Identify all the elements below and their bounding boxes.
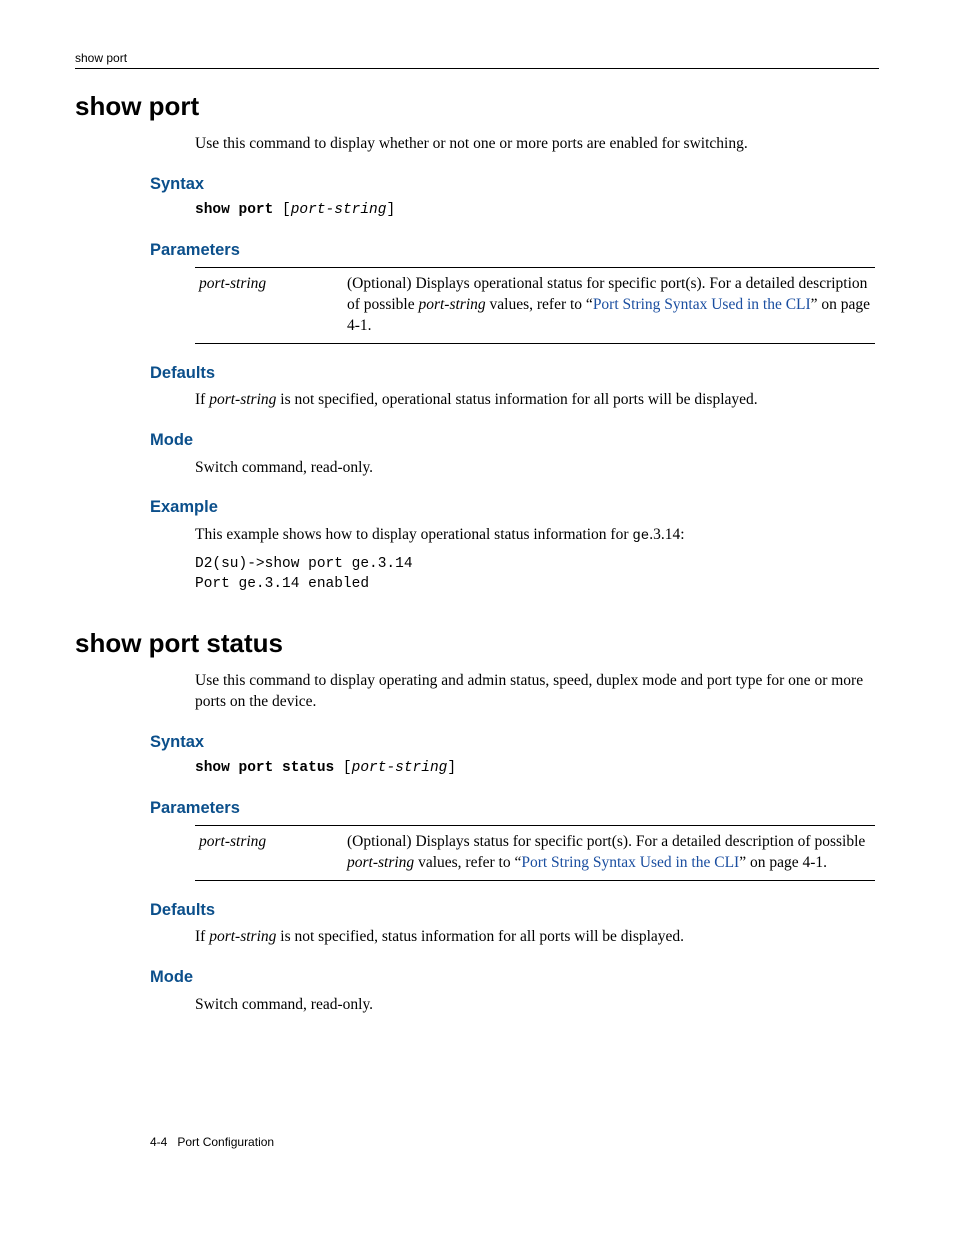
- defaults-heading: Defaults: [150, 362, 879, 384]
- bracket: ]: [386, 202, 395, 218]
- bracket: [: [334, 760, 351, 776]
- code-block: D2(su)->show port ge.3.14 Port ge.3.14 e…: [195, 554, 879, 595]
- param-name: port-string: [195, 826, 343, 881]
- parameters-table: port-string (Optional) Displays status f…: [195, 825, 875, 881]
- intro-text: Use this command to display whether or n…: [195, 134, 879, 155]
- parameters-table: port-string (Optional) Displays operatio…: [195, 267, 875, 344]
- parameters-heading: Parameters: [150, 239, 879, 261]
- syntax-arg: port-string: [291, 202, 387, 218]
- mode-text: Switch command, read-only.: [195, 995, 879, 1016]
- bracket: ]: [447, 760, 456, 776]
- parameters-heading: Parameters: [150, 797, 879, 819]
- example-intro: This example shows how to display operat…: [195, 525, 879, 546]
- page: show port show port Use this command to …: [75, 50, 879, 1205]
- table-row: port-string (Optional) Displays operatio…: [195, 268, 875, 344]
- syntax-heading: Syntax: [150, 173, 879, 195]
- section-title-show-port-status: show port status: [75, 626, 879, 661]
- example-heading: Example: [150, 496, 879, 518]
- syntax-line: show port [port-string]: [195, 201, 879, 221]
- mode-text: Switch command, read-only.: [195, 458, 879, 479]
- syntax-keyword: show port: [195, 202, 273, 218]
- defaults-heading: Defaults: [150, 899, 879, 921]
- page-number: 4-4: [150, 1135, 167, 1149]
- header-rule: [75, 68, 879, 69]
- syntax-keyword: show port status: [195, 760, 334, 776]
- param-description: (Optional) Displays operational status f…: [343, 268, 875, 344]
- cross-ref-link[interactable]: Port String Syntax Used in the CLI: [521, 854, 739, 871]
- param-name: port-string: [195, 268, 343, 344]
- cross-ref-link[interactable]: Port String Syntax Used in the CLI: [593, 296, 811, 313]
- mode-heading: Mode: [150, 966, 879, 988]
- chapter-name: Port Configuration: [177, 1135, 274, 1149]
- syntax-heading: Syntax: [150, 731, 879, 753]
- mode-heading: Mode: [150, 429, 879, 451]
- section-title-show-port: show port: [75, 89, 879, 124]
- intro-text: Use this command to display operating an…: [195, 671, 879, 713]
- syntax-line: show port status [port-string]: [195, 759, 879, 779]
- running-header: show port: [75, 50, 879, 66]
- defaults-text: If port-string is not specified, status …: [195, 927, 879, 948]
- page-footer: 4-4 Port Configuration: [150, 1134, 274, 1150]
- bracket: [: [273, 202, 290, 218]
- syntax-arg: port-string: [352, 760, 448, 776]
- table-row: port-string (Optional) Displays status f…: [195, 826, 875, 881]
- defaults-text: If port-string is not specified, operati…: [195, 390, 879, 411]
- param-description: (Optional) Displays status for specific …: [343, 826, 875, 881]
